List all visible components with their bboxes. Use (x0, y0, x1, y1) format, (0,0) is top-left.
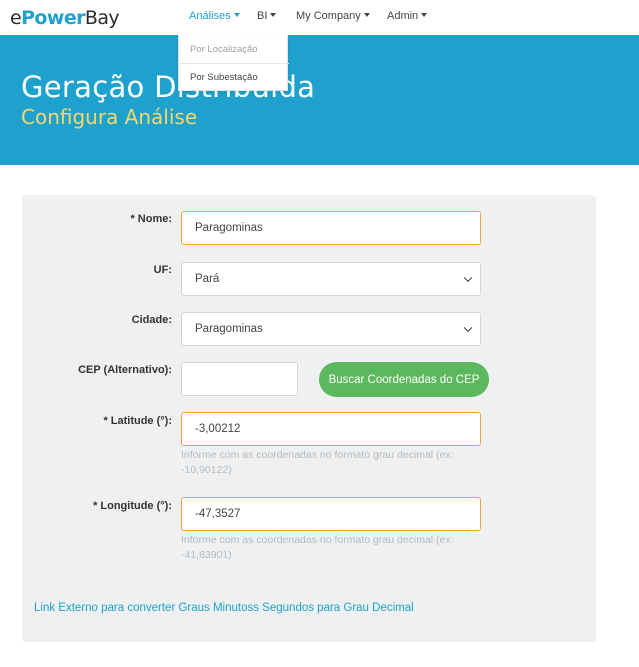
chevron-down-icon (463, 273, 473, 283)
nome-input[interactable]: Paragominas (181, 211, 481, 245)
caret-down-icon (421, 13, 428, 17)
longitude-input[interactable]: -47,3527 (181, 497, 481, 531)
epowerbay-logo[interactable]: ePowerBay (10, 7, 120, 29)
buscar-coordenadas-cep-button[interactable]: Buscar Coordenadas do CEP (319, 362, 489, 397)
page-header-banner: Geração Distribuída Configura Análise (0, 35, 639, 165)
dropdown-divider (179, 63, 289, 64)
external-converter-link[interactable]: Link Externo para converter Graus Minuto… (34, 602, 414, 614)
longitude-label: * Longitude (°): (93, 500, 172, 512)
logo-prefix: e (10, 7, 22, 29)
nav-analises[interactable]: Análises (189, 10, 240, 22)
uf-label: UF: (153, 264, 172, 276)
chevron-down-icon (463, 323, 473, 333)
nav-my-company[interactable]: My Company (296, 10, 370, 22)
top-navbar: ePowerBay Análises BI My Company Admin (0, 0, 639, 35)
nav-admin[interactable]: Admin (387, 10, 428, 22)
nome-label: * Nome: (130, 213, 172, 225)
caret-down-icon (363, 13, 370, 17)
dropdown-item-por-localizacao[interactable]: Por Localização (190, 44, 258, 55)
cidade-label: Cidade: (131, 314, 172, 326)
longitude-help-text: Informe com as coordenadas no formato gr… (181, 534, 454, 561)
dropdown-item-por-subestacao[interactable]: Por Subestação (190, 72, 258, 83)
nav-bi[interactable]: BI (257, 10, 277, 22)
cidade-select[interactable]: Paragominas (181, 312, 481, 346)
analises-dropdown-menu: Por Localização Por Subestação (178, 35, 289, 91)
cep-label: CEP (Alternativo): (78, 364, 172, 376)
logo-suffix: Bay (84, 7, 120, 29)
latitude-help-text: Informe com as coordenadas no formato gr… (181, 449, 454, 476)
latitude-label: * Latitude (°): (103, 415, 172, 427)
uf-select[interactable]: Pará (181, 262, 481, 296)
cep-input[interactable] (181, 362, 298, 396)
caret-down-icon (270, 13, 277, 17)
logo-power: Power (21, 7, 85, 29)
caret-down-icon (233, 13, 240, 17)
latitude-input[interactable]: -3,00212 (181, 412, 481, 446)
page-subtitle: Configura Análise (21, 105, 198, 129)
